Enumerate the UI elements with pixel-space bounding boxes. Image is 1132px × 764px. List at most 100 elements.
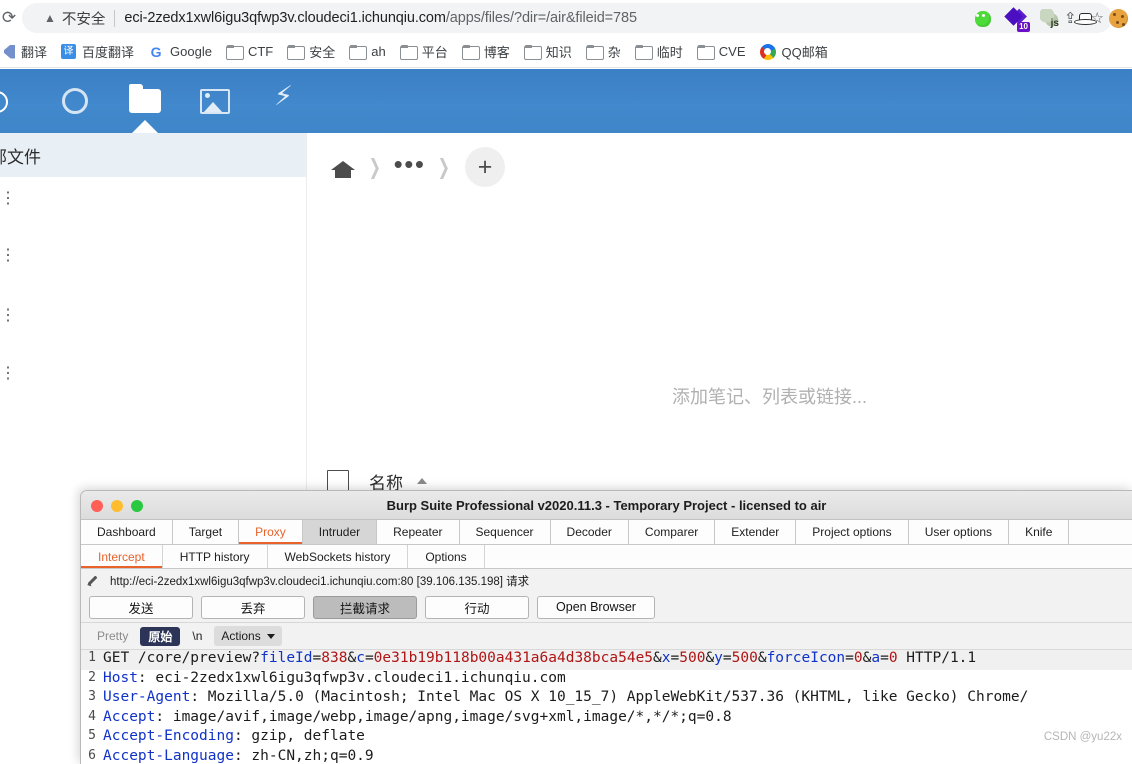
nextcloud-main-content: ❯ ••• ❯ + 添加笔记、列表或链接... 名称 air1.jpg 1 个文…	[307, 133, 1132, 593]
open-browser-button[interactable]: Open Browser	[537, 595, 655, 619]
nav-photos[interactable]	[180, 69, 250, 133]
request-line: 2 Host: eci-2zedx1xwl6igu3qfwp3v.cloudeci…	[81, 670, 1132, 690]
nav-files[interactable]	[110, 69, 180, 134]
purple-diamond-extension-icon[interactable]: 10	[1004, 6, 1030, 32]
home-icon[interactable]	[331, 157, 355, 178]
folder-icon	[523, 45, 542, 60]
bookmark-item[interactable]: 知识	[517, 39, 579, 64]
intercept-target-row: http://eci-2zedx1xwl6igu3qfwp3v.cloudeci…	[81, 569, 1132, 592]
select-all-cell[interactable]	[307, 470, 369, 492]
tab-knife[interactable]: Knife	[1009, 520, 1070, 544]
warning-triangle-icon: ▲	[44, 11, 56, 25]
tab-target[interactable]: Target	[172, 520, 240, 544]
intercept-button-row: 发送 丢弃 拦截请求 行动 Open Browser	[81, 592, 1132, 623]
sidebar-item-all-files[interactable]: 部文件	[0, 133, 306, 177]
bookmark-item[interactable]: ah	[342, 41, 392, 62]
burp-suite-window: Burp Suite Professional v2020.11.3 - Tem…	[80, 490, 1132, 764]
line-number: 5	[88, 728, 96, 743]
folder-icon	[225, 45, 244, 60]
tab-repeater[interactable]: Repeater	[377, 520, 460, 544]
active-nav-arrow	[131, 120, 159, 134]
browser-chrome: ⟳ ▲ 不安全 eci-2zedx1xwl6igu3qfwp3v.cloudec…	[0, 0, 1132, 70]
actions-dropdown[interactable]: Actions	[214, 626, 282, 646]
intercept-toggle-button[interactable]: 拦截请求	[313, 595, 417, 619]
request-line-text: Accept-Encoding: gzip, deflate	[103, 728, 365, 744]
address-bar[interactable]: ▲ 不安全 eci-2zedx1xwl6igu3qfwp3v.cloudeci1…	[22, 3, 1112, 33]
bookmark-item[interactable]: 翻译	[0, 39, 54, 64]
breadcrumb-ellipsis[interactable]: •••	[389, 151, 431, 177]
bookmark-item[interactable]: CTF	[219, 41, 280, 62]
cookie-extension-icon[interactable]	[1108, 8, 1129, 29]
line-number: 6	[88, 747, 96, 763]
editor-mode-bar: Pretty 原始 \n Actions	[81, 623, 1132, 649]
request-line-text: GET /core/preview?fileId=838&c=0e31b19b1…	[103, 650, 977, 666]
subtab-options[interactable]: Options	[408, 545, 485, 568]
js-extension-icon[interactable]	[1040, 8, 1061, 29]
burp-main-tabs: Dashboard Target Proxy Intruder Repeater…	[81, 520, 1132, 545]
sidebar-item-2[interactable]: ⋮	[0, 177, 306, 221]
nextcloud-app-header	[0, 69, 1132, 134]
address-bar-url: eci-2zedx1xwl6igu3qfwp3v.cloudeci1.ichun…	[124, 10, 637, 26]
qq-mail-icon	[759, 43, 776, 60]
action-button[interactable]: 行动	[425, 595, 529, 619]
sidebar-item-3[interactable]: ⋮	[0, 221, 306, 265]
request-editor[interactable]: 1 GET /core/preview?fileId=838&c=0e31b19b…	[81, 649, 1132, 764]
subtab-http-history[interactable]: HTTP history	[163, 545, 268, 568]
tab-dashboard[interactable]: Dashboard	[81, 520, 173, 544]
pencil-icon[interactable]	[89, 574, 102, 587]
request-line: 5 Accept-Encoding: gzip, deflate	[81, 728, 1132, 748]
raw-view-button[interactable]: 原始	[140, 626, 181, 646]
nav-dashboard[interactable]	[40, 69, 110, 133]
checkbox-icon[interactable]	[327, 470, 349, 492]
bookmark-item[interactable]: G Google	[141, 41, 219, 63]
request-line: 4 Accept: image/avif,image/webp,image/apn…	[81, 709, 1132, 729]
window-controls	[91, 500, 143, 512]
request-line: 1 GET /core/preview?fileId=838&c=0e31b19b…	[81, 650, 1132, 670]
sidebar-item-5[interactable]: ⋮	[0, 309, 306, 382]
tab-sequencer[interactable]: Sequencer	[459, 520, 551, 544]
reload-icon[interactable]: ⟳	[0, 7, 20, 29]
folder-icon	[461, 45, 480, 60]
tab-extender[interactable]: Extender	[715, 520, 797, 544]
nextcloud-logo-icon[interactable]	[0, 91, 8, 113]
circle-icon	[62, 88, 88, 114]
pretty-view-button[interactable]: Pretty	[89, 627, 136, 646]
tab-project-options[interactable]: Project options	[796, 520, 909, 544]
bookmark-item[interactable]: 临时	[628, 39, 690, 64]
sidebar-item-4[interactable]: ⋮	[0, 265, 306, 324]
tab-intruder[interactable]: Intruder	[302, 520, 378, 544]
bookmark-item[interactable]: CVE	[690, 41, 753, 62]
green-blob-extension-icon[interactable]	[972, 8, 993, 29]
request-line: 3 User-Agent: Mozilla/5.0 (Macintosh; Int…	[81, 689, 1132, 709]
bookmark-item[interactable]: 博客	[455, 39, 517, 64]
minimize-button[interactable]	[111, 500, 123, 512]
tabs-filler	[1069, 520, 1132, 544]
bookmark-item[interactable]: 平台	[393, 39, 455, 64]
maximize-button[interactable]	[131, 500, 143, 512]
newline-toggle-button[interactable]: \n	[184, 627, 210, 646]
nextcloud-sidebar: 部文件 ⋮ ⋮ ⋮ ⋮	[0, 133, 307, 494]
google-g-icon: G	[150, 43, 162, 60]
intercept-target-url: http://eci-2zedx1xwl6igu3qfwp3v.cloudeci…	[110, 575, 530, 588]
close-button[interactable]	[91, 500, 103, 512]
bookmark-item[interactable]: 译 百度翻译	[54, 39, 141, 64]
tab-proxy[interactable]: Proxy	[239, 520, 303, 544]
bookmark-item[interactable]: QQ邮箱	[753, 39, 835, 64]
bookmark-item[interactable]: 杂	[579, 39, 628, 64]
burp-title-bar[interactable]: Burp Suite Professional v2020.11.3 - Tem…	[81, 491, 1132, 520]
bookmark-item[interactable]: 安全	[280, 39, 342, 64]
forward-button[interactable]: 发送	[89, 595, 193, 619]
tab-user-options[interactable]: User options	[908, 520, 1010, 544]
omnibar-row: ⟳ ▲ 不安全 eci-2zedx1xwl6igu3qfwp3v.cloudec…	[0, 0, 1132, 36]
subtabs-filler	[485, 545, 1132, 568]
hat-extension-icon[interactable]	[1074, 8, 1097, 29]
new-file-hint[interactable]: 添加笔记、列表或链接...	[672, 383, 867, 409]
tab-comparer[interactable]: Comparer	[628, 520, 716, 544]
tab-decoder[interactable]: Decoder	[550, 520, 629, 544]
nav-activity[interactable]	[250, 69, 320, 133]
subtab-websockets-history[interactable]: WebSockets history	[268, 545, 409, 568]
add-button[interactable]: +	[465, 147, 506, 187]
drop-button[interactable]: 丢弃	[201, 595, 305, 619]
subtab-intercept[interactable]: Intercept	[81, 545, 163, 568]
extension-icons: 10	[972, 4, 1132, 32]
